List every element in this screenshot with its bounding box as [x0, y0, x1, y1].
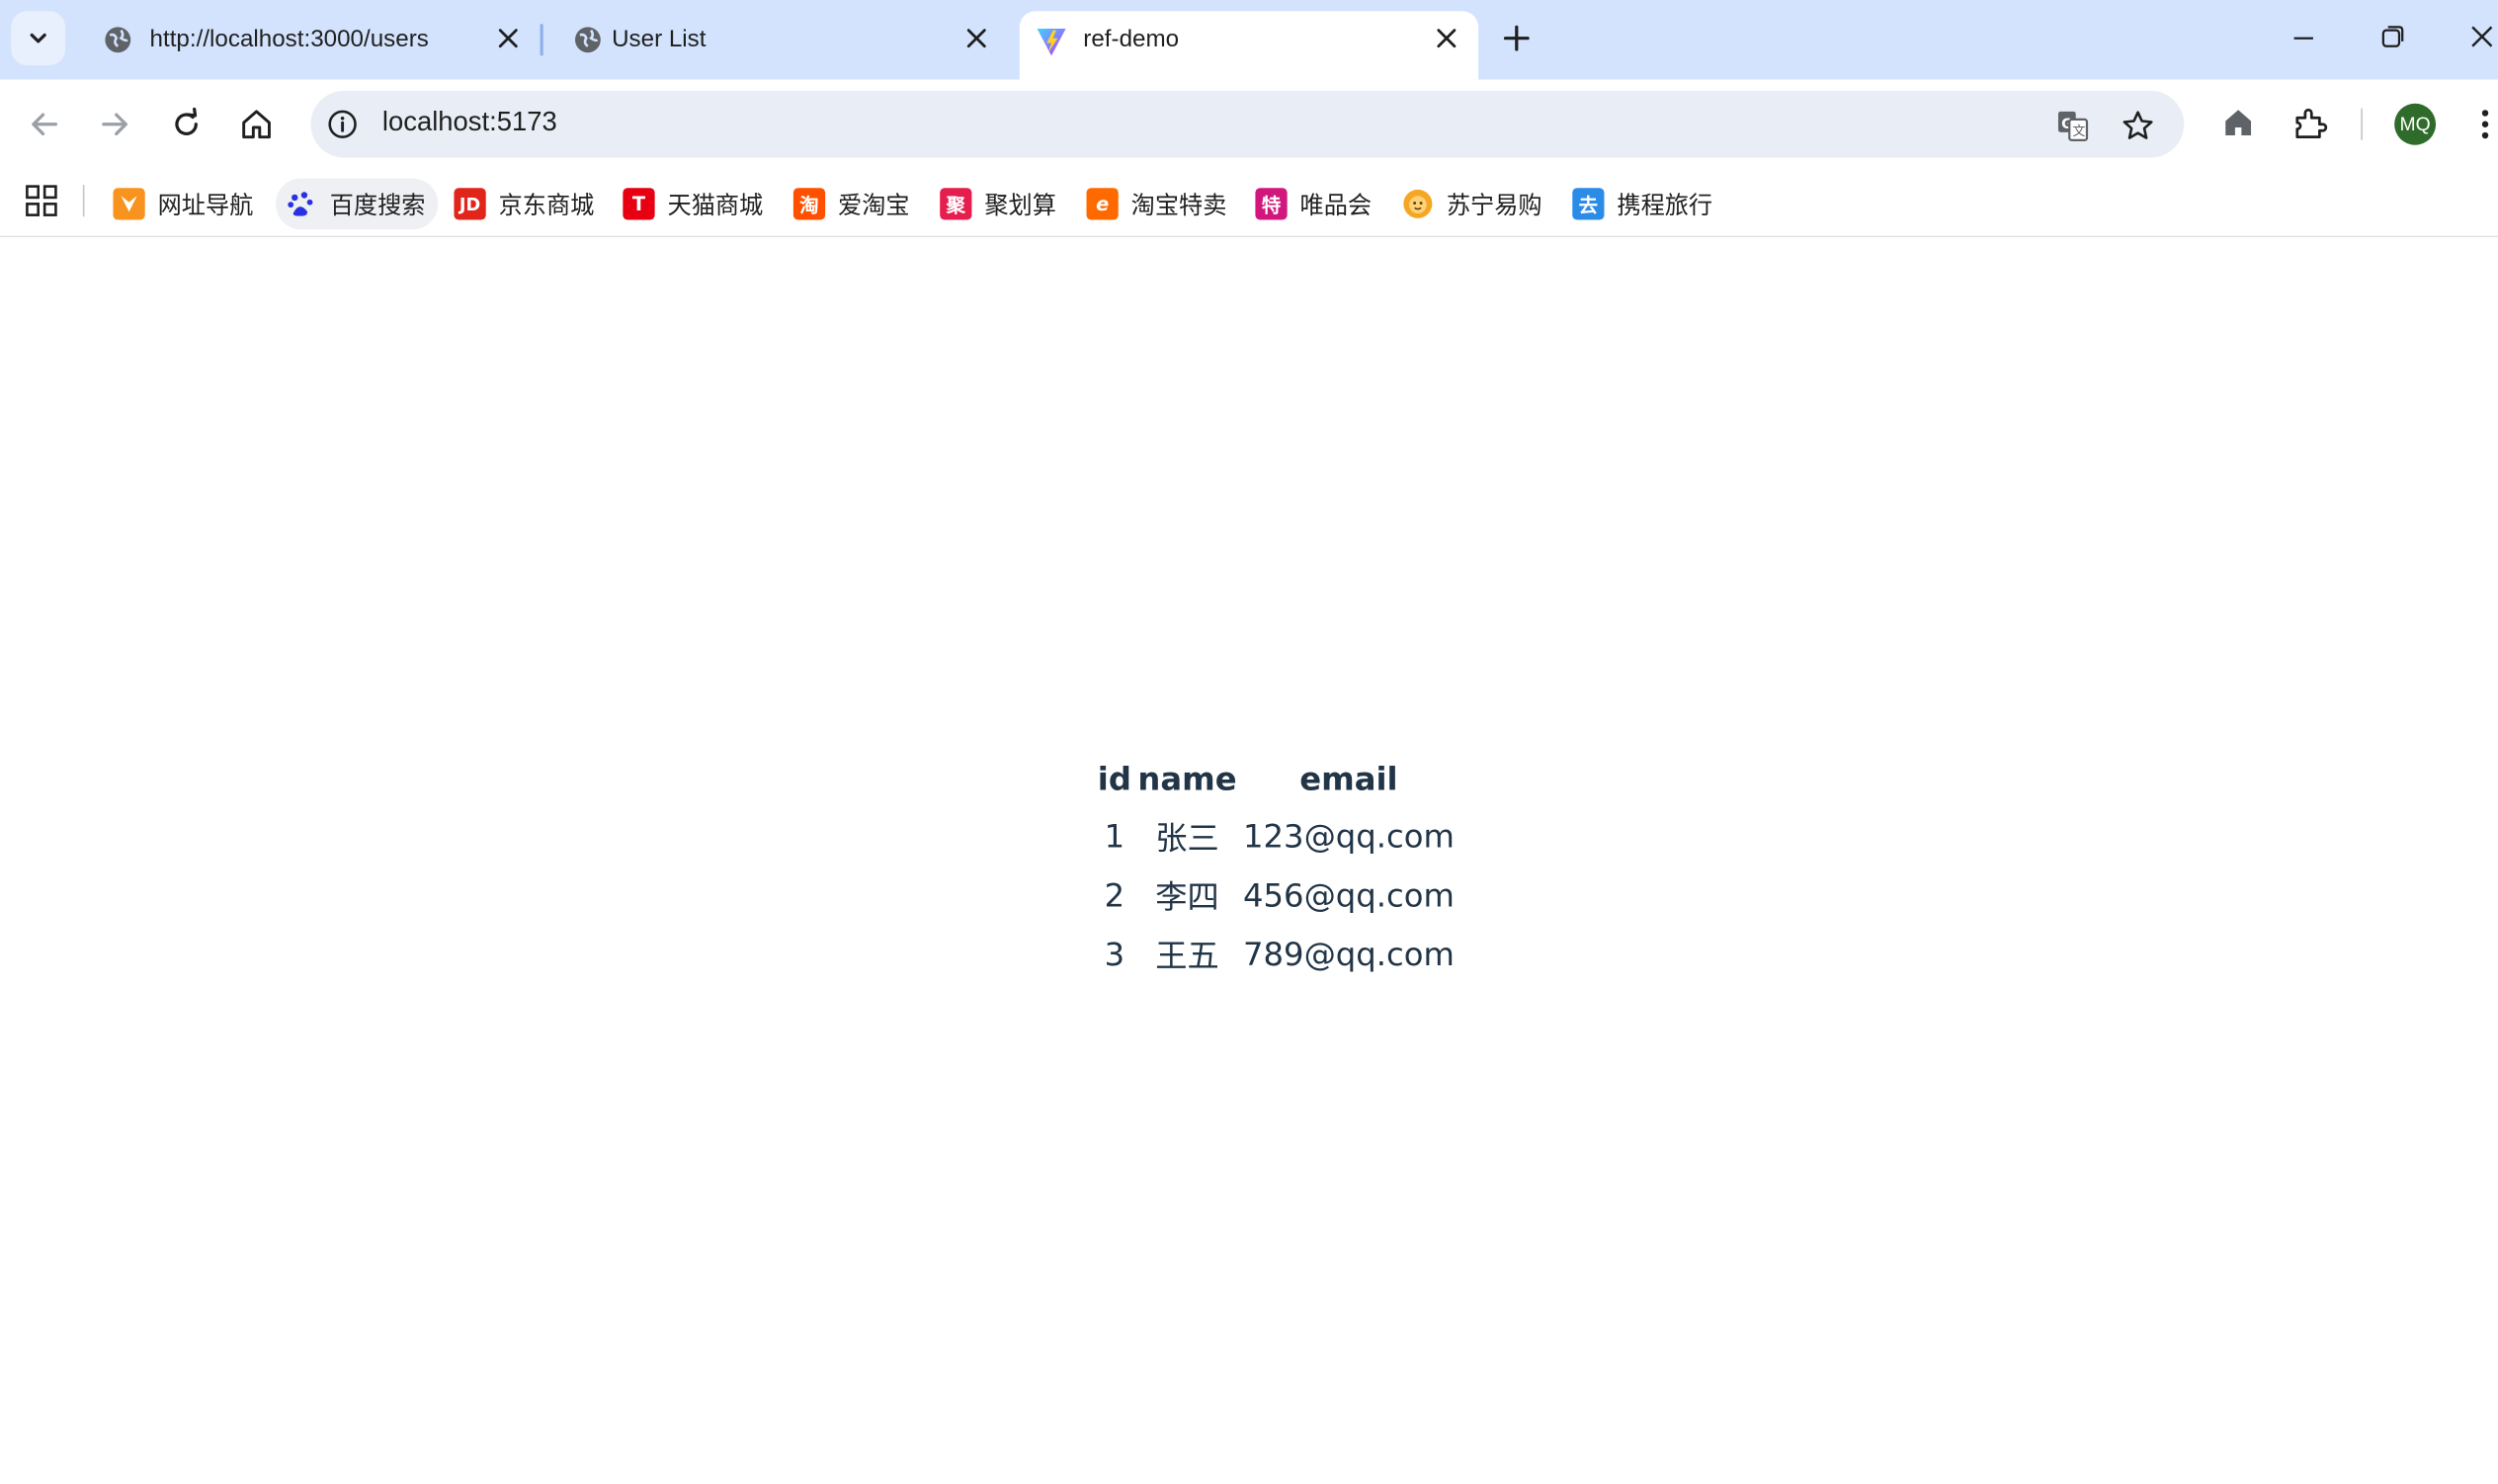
cell-email: 456@qq.com	[1243, 874, 1455, 914]
page-content: id name email 1 张三 123@qq.com 2 李四 456@q…	[0, 237, 2498, 1483]
bookmark-star-icon[interactable]	[2121, 109, 2155, 143]
extensions-puzzle-icon[interactable]	[2290, 105, 2329, 143]
bookmark-7[interactable]: 特 唯品会	[1255, 179, 1372, 230]
home-filled-icon[interactable]	[2220, 105, 2255, 139]
taobao-sale-icon: e	[1086, 188, 1119, 220]
bookmark-6[interactable]: e 淘宝特卖	[1086, 179, 1227, 230]
cell-name: 王五	[1155, 936, 1219, 975]
juhuasuan-logo-icon: 聚	[940, 188, 972, 220]
toolbar-divider	[2361, 108, 2363, 140]
browser-window: http://localhost:3000/users User List re…	[0, 0, 2498, 1484]
ctrip-logo-icon: 去	[1572, 188, 1605, 220]
new-tab-plus-icon[interactable]	[1497, 19, 1536, 57]
bookmark-label: 携程旅行	[1617, 192, 1713, 219]
tab-user-list[interactable]: User List	[541, 11, 1013, 68]
globe-icon	[105, 27, 131, 53]
tab-title: http://localhost:3000/users	[149, 25, 429, 53]
bookmark-label: 淘宝特卖	[1130, 192, 1227, 219]
chevron-down-icon	[30, 33, 46, 43]
kebab-menu-icon[interactable]	[2471, 105, 2498, 143]
close-icon[interactable]	[965, 27, 988, 49]
table-row: 3 王五 789@qq.com	[1096, 924, 1456, 983]
tab-title: User List	[612, 25, 707, 53]
cell-email: 123@qq.com	[1243, 816, 1455, 855]
suning-lion-icon	[1402, 188, 1434, 219]
taobao-logo-icon: 淘	[792, 188, 826, 220]
bookmark-label: 唯品会	[1299, 192, 1373, 219]
browser-toolbar: localhost:5173 G 文 MQ	[0, 79, 2498, 169]
vite-logo-icon	[1037, 29, 1066, 56]
translate-icon[interactable]: G 文	[2055, 109, 2090, 143]
bookmark-4[interactable]: 淘 爱淘宝	[792, 179, 910, 230]
cell-email: 789@qq.com	[1243, 934, 1455, 973]
home-icon[interactable]	[239, 107, 274, 141]
navigation-bookmark-icon	[113, 188, 145, 220]
cell-name: 李四	[1155, 877, 1219, 917]
address-bar[interactable]: localhost:5173 G 文	[310, 90, 2185, 158]
tab-search-button[interactable]	[11, 11, 66, 66]
table-header-row: id name email	[1096, 750, 1456, 805]
restore-icon[interactable]	[2378, 23, 2407, 51]
globe-icon	[575, 27, 601, 53]
bookmark-3[interactable]: T 天猫商城	[623, 179, 763, 230]
close-icon[interactable]	[497, 27, 520, 49]
jd-logo-icon: JD	[454, 188, 486, 220]
cell-name: 张三	[1155, 818, 1219, 858]
users-table: id name email 1 张三 123@qq.com 2 李四 456@q…	[1093, 750, 1459, 982]
bookmark-5[interactable]: 聚 聚划算	[940, 179, 1056, 230]
tab-title: ref-demo	[1083, 25, 1180, 53]
baidu-paw-icon	[286, 188, 317, 219]
close-window-icon[interactable]	[2467, 23, 2496, 51]
table-row: 2 李四 456@qq.com	[1096, 865, 1456, 924]
profile-avatar[interactable]: MQ	[2394, 103, 2437, 145]
bookmarks-bar: 网址导航 百度搜索 JD 京东商城 T 天猫商城 淘 爱淘宝 聚 聚划算 e 淘…	[0, 168, 2498, 238]
bookmark-label: 京东商城	[498, 192, 595, 219]
close-icon[interactable]	[1436, 27, 1458, 49]
bookmark-9[interactable]: 去 携程旅行	[1572, 179, 1712, 230]
bookmark-8[interactable]: 苏宁易购	[1402, 179, 1542, 230]
column-header-email: email	[1299, 759, 1398, 797]
bookmark-label: 百度搜索	[329, 192, 426, 219]
bookmark-0[interactable]: 网址导航	[113, 179, 253, 230]
bookmark-label: 聚划算	[984, 192, 1056, 219]
tab-strip: http://localhost:3000/users User List re…	[0, 0, 2498, 80]
forward-arrow-icon[interactable]	[97, 107, 131, 141]
vip-logo-icon: 特	[1255, 188, 1288, 220]
column-header-name: name	[1137, 759, 1237, 797]
back-arrow-icon[interactable]	[27, 107, 61, 141]
bookmark-2[interactable]: JD 京东商城	[454, 179, 594, 230]
tab-localhost-users[interactable]: http://localhost:3000/users	[72, 11, 535, 68]
bookmark-label: 天猫商城	[667, 192, 764, 219]
column-header-id: id	[1097, 759, 1131, 797]
apps-grid-icon[interactable]	[24, 183, 58, 217]
tmall-logo-icon: T	[623, 188, 655, 220]
bookmark-label: 爱淘宝	[838, 192, 910, 219]
bookmark-label: 苏宁易购	[1446, 192, 1542, 219]
cell-id: 2	[1104, 874, 1125, 914]
site-info-icon[interactable]	[327, 109, 359, 140]
cell-id: 3	[1104, 934, 1125, 973]
bookmark-1[interactable]: 百度搜索	[275, 178, 439, 230]
minimize-icon[interactable]	[2290, 23, 2318, 51]
table-row: 1 张三 123@qq.com	[1096, 806, 1456, 866]
bookmarks-divider	[82, 185, 85, 217]
address-text[interactable]: localhost:5173	[382, 107, 557, 138]
bookmark-label: 网址导航	[157, 192, 254, 219]
tab-ref-demo[interactable]: ref-demo	[1019, 11, 1479, 80]
cell-id: 1	[1104, 816, 1125, 855]
reload-icon[interactable]	[169, 107, 204, 141]
svg-text:文: 文	[2072, 124, 2085, 139]
